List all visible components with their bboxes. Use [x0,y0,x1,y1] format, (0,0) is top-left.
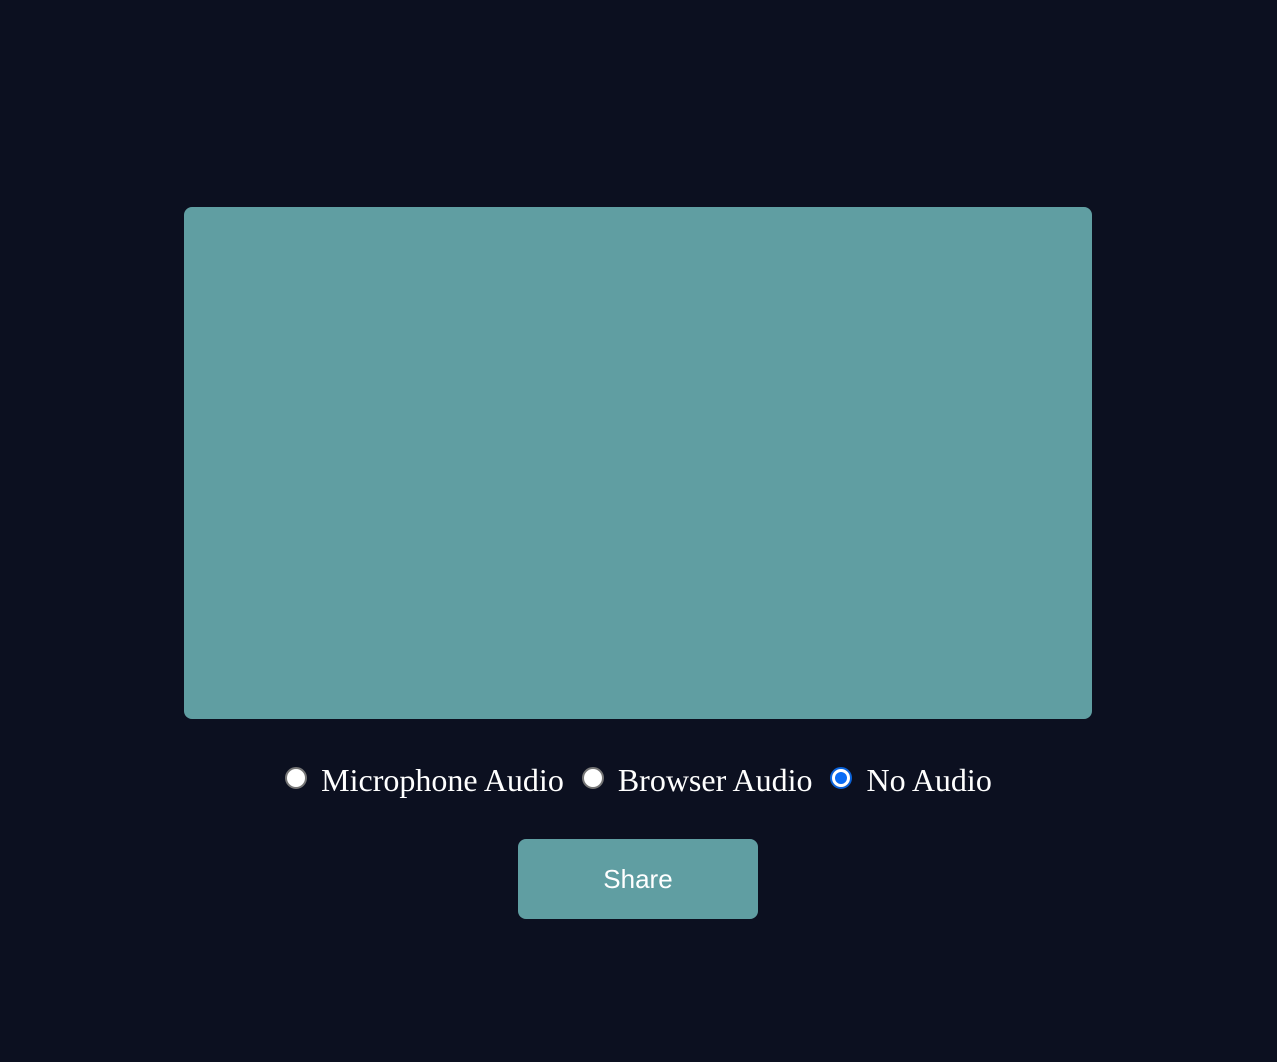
no-audio-radio[interactable] [830,767,853,789]
option-microphone-audio[interactable]: Microphone Audio [285,762,564,799]
browser-audio-radio[interactable] [581,767,604,789]
video-preview [184,207,1092,719]
browser-audio-label: Browser Audio [617,761,813,798]
microphone-audio-label: Microphone Audio [321,761,564,798]
no-audio-label: No Audio [866,761,992,798]
microphone-audio-radio[interactable] [285,767,308,789]
option-no-audio[interactable]: No Audio [830,761,992,799]
option-browser-audio[interactable]: Browser Audio [581,761,813,799]
share-button[interactable]: Share [518,839,758,919]
audio-source-options: Microphone Audio Browser Audio No Audio [0,758,1277,802]
